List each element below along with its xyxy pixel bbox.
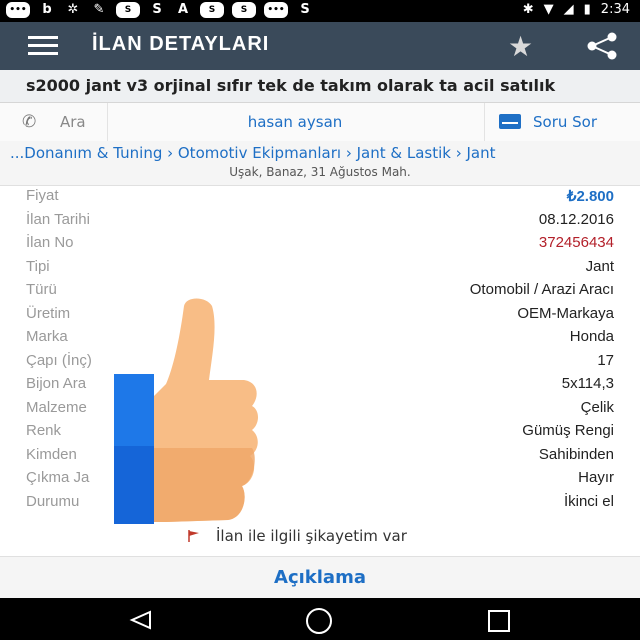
clock: 2:34 xyxy=(600,2,630,17)
s-app-icon: S xyxy=(300,2,310,17)
sahibinden-icon: S xyxy=(232,2,256,18)
detail-label: Malzeme xyxy=(26,398,87,416)
wifi-icon: ▼ xyxy=(543,2,554,17)
battery-icon: ▮ xyxy=(583,2,591,17)
listing-title: s2000 jant v3 orjinal sıfır tek de takım… xyxy=(26,76,556,95)
detail-row: Çapı (İnç) 17 xyxy=(0,350,640,374)
menu-icon[interactable] xyxy=(28,36,58,56)
detail-row: İlan Tarihi 08.12.2016 xyxy=(0,209,640,233)
details-table: Fiyat ₺2.800 İlan Tarihi 08.12.2016 İlan N… xyxy=(0,185,640,514)
detail-value: İkinci el xyxy=(563,492,614,510)
message-icon: ••• xyxy=(6,2,30,18)
detail-value: Honda xyxy=(569,328,614,345)
detail-row: Renk Gümüş Rengi xyxy=(0,420,640,444)
status-bar: ••• b ✲ ✎ S S A S S ••• S ✱ ▼ ◢ ▮ 2:34 xyxy=(0,0,640,22)
sahibinden-icon: S xyxy=(200,2,224,18)
report-complaint-link[interactable]: İlan ile ilgili şikayetim var xyxy=(0,526,640,548)
back-icon[interactable] xyxy=(128,610,152,630)
detail-row: Türü Otomobil / Arazi Aracı xyxy=(0,279,640,303)
phone-icon: ✆ xyxy=(22,112,37,132)
detail-value: Otomobil / Arazi Aracı xyxy=(469,281,614,298)
envelope-icon xyxy=(499,114,521,129)
wrench-icon: ✎ xyxy=(93,2,105,17)
detail-label: Çıkma Ja xyxy=(26,469,90,486)
detail-label: Renk xyxy=(26,422,62,439)
detail-row: Kimden Sahibinden xyxy=(0,444,640,468)
detail-value: 08.12.2016 xyxy=(538,210,614,228)
call-button[interactable]: ✆ Ara xyxy=(0,103,108,141)
detail-label: Durumu xyxy=(26,492,80,510)
sahibinden-icon: S xyxy=(116,2,140,18)
detail-value: Gümüş Rengi xyxy=(522,422,614,439)
detail-label: Fiyat xyxy=(26,187,59,204)
detail-value: Hayır xyxy=(578,469,614,486)
detail-label: İlan No xyxy=(26,234,74,251)
a-app-icon: A xyxy=(177,2,189,17)
settings-app-icon: ✲ xyxy=(67,2,79,17)
recent-apps-icon[interactable] xyxy=(488,610,510,632)
detail-label: Üretim xyxy=(26,304,71,322)
price-value: ₺2.800 xyxy=(566,188,614,205)
s-app-icon: S xyxy=(152,2,162,17)
flag-icon xyxy=(188,530,199,542)
detail-label: Türü xyxy=(26,281,57,298)
home-icon[interactable] xyxy=(306,608,332,634)
category-path-link[interactable]: ...Donanım & Tuning › Otomotiv Ekipmanla… xyxy=(10,144,635,162)
detail-value: Sahibinden xyxy=(538,445,614,463)
detail-value: OEM-Markaya xyxy=(517,304,614,322)
detail-row: İlan No 372456434 xyxy=(0,232,640,256)
complaint-label: İlan ile ilgili şikayetim var xyxy=(216,527,407,545)
detail-value: 17 xyxy=(597,351,614,369)
detail-row: Durumu İkinci el xyxy=(0,491,640,515)
signal-icon: ◢ xyxy=(563,2,574,17)
thumbs-up-icon xyxy=(114,298,258,524)
detail-label: Çapı (İnç) xyxy=(26,351,92,369)
breadcrumb: ...Donanım & Tuning › Otomotiv Ekipmanla… xyxy=(0,141,640,186)
detail-label: Marka xyxy=(26,328,68,345)
b-app-icon: b xyxy=(42,2,52,17)
android-nav-bar xyxy=(0,598,640,640)
call-label: Ara xyxy=(60,113,86,131)
detail-row: Tipi Jant xyxy=(0,256,640,280)
detail-label: Kimden xyxy=(26,445,77,463)
ask-question-label: Soru Sor xyxy=(533,113,598,131)
detail-label: Bijon Ara xyxy=(26,375,87,392)
page-title: İLAN DETAYLARI xyxy=(92,33,270,55)
seller-name-link[interactable]: hasan aysan xyxy=(107,103,483,141)
listing-headline: s2000 jant v3 orjinal sıfır tek de takım… xyxy=(0,70,640,103)
app-bar: İLAN DETAYLARI ★ xyxy=(0,22,640,70)
notification-icons: ••• b ✲ ✎ S S A S S ••• S xyxy=(6,2,314,18)
detail-row: Bijon Ara 5x114,3 xyxy=(0,373,640,397)
detail-value: Çelik xyxy=(580,398,614,416)
detail-label: İlan Tarihi xyxy=(26,210,90,228)
detail-value: Jant xyxy=(585,257,614,275)
chat-icon: ••• xyxy=(264,2,288,18)
share-icon[interactable] xyxy=(584,32,620,60)
detail-value: 5x114,3 xyxy=(561,375,614,392)
ad-number-value: 372456434 xyxy=(538,234,614,251)
favorite-star-icon[interactable]: ★ xyxy=(508,30,533,63)
detail-row: Çıkma Ja Hayır xyxy=(0,467,640,491)
location-text: Uşak, Banaz, 31 Ağustos Mah. xyxy=(229,165,411,179)
system-icons: ✱ ▼ ◢ ▮ 2:34 xyxy=(523,2,630,17)
action-bar: ✆ Ara hasan aysan Soru Sor xyxy=(0,103,640,142)
detail-row: Fiyat ₺2.800 xyxy=(0,185,640,209)
detail-row: Malzeme Çelik xyxy=(0,397,640,421)
detail-row: Marka Honda xyxy=(0,326,640,350)
bluetooth-icon: ✱ xyxy=(522,2,534,17)
description-tab[interactable]: Açıklama xyxy=(0,556,640,599)
detail-row: Üretim OEM-Markaya xyxy=(0,303,640,327)
detail-label: Tipi xyxy=(26,257,50,275)
ask-question-button[interactable]: Soru Sor xyxy=(484,103,640,141)
